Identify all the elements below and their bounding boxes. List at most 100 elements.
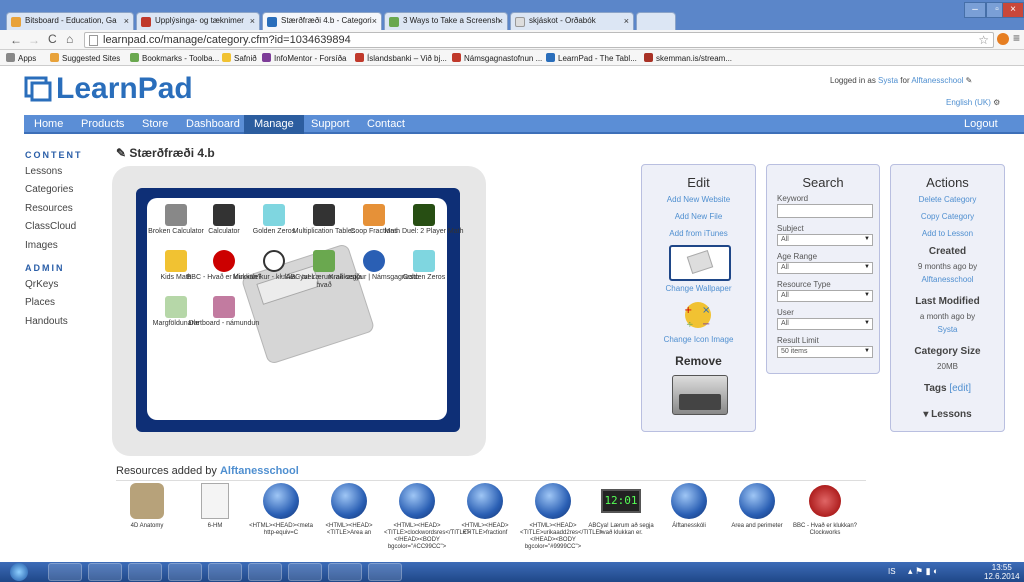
add-new-website-link[interactable]: Add New Website <box>642 195 755 204</box>
tray-icons[interactable]: ▴ ⚑ ▮ ◐ <box>908 566 938 577</box>
subject-select[interactable]: All <box>777 234 873 246</box>
nav-contact[interactable]: Contact <box>367 118 405 130</box>
resource-item-html-3[interactable]: <HTML><HEAD><TITLE>clockwordsres</TITLE>… <box>384 483 470 551</box>
resources-owner-link[interactable]: Alftanesschool <box>220 465 299 477</box>
site-logo[interactable]: LearnPad <box>56 72 193 106</box>
pencil-icon[interactable]: ✎ <box>966 76 973 85</box>
tab-upplysinga[interactable]: Upplýsinga- og tæknimer × <box>136 12 260 30</box>
sidebar-item-qrkeys[interactable]: QrKeys <box>25 279 58 290</box>
resource-item-html-5[interactable]: <HTML><HEAD><TITLE>urikaadd2res</TITLE><… <box>520 483 603 551</box>
bookmark-islandsbanki[interactable]: Íslandsbanki – Við bj... <box>355 53 447 63</box>
bookmark-skemman[interactable]: skemman.is/stream... <box>644 53 732 63</box>
explorer-taskbar-icon[interactable] <box>88 563 122 581</box>
home-icon[interactable]: ⌂ <box>66 32 73 46</box>
extension-icon[interactable] <box>997 33 1009 45</box>
delete-category-link[interactable]: Delete Category <box>891 195 1004 204</box>
back-arrow-icon[interactable]: ← <box>10 33 22 47</box>
app-golden-zeros-2[interactable]: Golden Zeros <box>378 250 470 282</box>
forward-arrow-icon[interactable]: → <box>28 33 40 47</box>
resource-item-alftanesskoli[interactable]: Álftanesskóli <box>656 483 722 530</box>
bookmark-toolbar[interactable]: Bookmarks - Toolba... <box>130 53 219 63</box>
change-icon-image-link[interactable]: Change Icon Image <box>642 335 755 344</box>
resource-item-html-1[interactable]: <HTML><HEAD><meta http-equiv=C <box>248 483 314 537</box>
pencil-icon[interactable]: ✎ <box>116 146 129 160</box>
add-from-itunes-link[interactable]: Add from iTunes <box>642 229 755 238</box>
resource-item-html-2[interactable]: <HTML><HEAD><TITLE>Area an <box>316 483 382 537</box>
resource-item-4d-anatomy[interactable]: 4D Anatomy <box>114 483 180 530</box>
resource-item-6hm[interactable]: 6-HM <box>182 483 248 530</box>
sidebar-item-classcloud[interactable]: ClassCloud <box>25 221 76 232</box>
change-wallpaper-link[interactable]: Change Wallpaper <box>642 284 755 293</box>
result-limit-select[interactable]: 50 items <box>777 346 873 358</box>
close-tab-icon[interactable]: × <box>498 16 503 26</box>
nav-home[interactable]: Home <box>34 118 63 130</box>
tab-screenshot[interactable]: 3 Ways to Take a Screensh × <box>384 12 508 30</box>
keyword-input[interactable] <box>777 204 873 218</box>
bookmark-learnpad[interactable]: LearnPad - The Tabl... <box>546 53 637 63</box>
app-math-duel[interactable]: Math Duel: 2 Player Math <box>378 204 470 236</box>
bookmark-safnid[interactable]: Safnið <box>222 53 257 63</box>
tab-bitsboard[interactable]: Bitsboard - Education, Ga × <box>6 12 134 30</box>
help-taskbar-icon[interactable] <box>368 563 402 581</box>
menu-icon[interactable]: ≡ <box>1013 31 1020 45</box>
start-button-icon[interactable] <box>10 563 28 581</box>
sidebar-item-resources[interactable]: Resources <box>25 203 73 214</box>
nav-dashboard[interactable]: Dashboard <box>186 118 240 130</box>
resource-type-select[interactable]: All <box>777 290 873 302</box>
bookmark-apps[interactable]: Apps <box>6 53 36 63</box>
resource-item-area-perimeter[interactable]: Area and perimeter <box>724 483 790 530</box>
star-bookmark-icon[interactable]: ☆ <box>978 33 989 47</box>
minimize-window-icon[interactable]: – <box>964 2 986 18</box>
close-tab-icon[interactable]: × <box>124 16 129 26</box>
close-tab-icon[interactable]: × <box>624 16 629 26</box>
created-by-link[interactable]: Alftanesschool <box>891 275 1004 284</box>
ie-taskbar-icon[interactable] <box>48 563 82 581</box>
tags-edit-link[interactable]: [edit] <box>949 383 971 394</box>
nav-store[interactable]: Store <box>142 118 168 130</box>
app-taskbar-icon[interactable] <box>328 563 362 581</box>
chrome-taskbar-icon[interactable] <box>288 563 322 581</box>
sidebar-item-places[interactable]: Places <box>25 297 55 308</box>
school-link[interactable]: Alftanesschool <box>911 76 963 85</box>
bookmark-namsgagnastofnun[interactable]: Námsgagnastofnun ... <box>452 53 542 63</box>
user-link[interactable]: Systa <box>878 76 898 85</box>
wallpaper-thumbnail[interactable] <box>669 245 731 281</box>
copy-category-link[interactable]: Copy Category <box>891 212 1004 221</box>
age-range-select[interactable]: All <box>777 262 873 274</box>
sidebar-item-lessons[interactable]: Lessons <box>25 166 62 177</box>
modified-by-link[interactable]: Systa <box>891 325 1004 334</box>
excel-taskbar-icon[interactable] <box>248 563 282 581</box>
tab-ordabok[interactable]: skjáskot - Orðabók × <box>510 12 634 30</box>
lessons-toggle[interactable]: ▾ Lessons <box>891 409 1004 420</box>
resource-item-html-4[interactable]: <HTML><HEAD><TITLE>fractionf <box>452 483 518 537</box>
close-tab-icon[interactable]: × <box>372 16 377 26</box>
language-selector[interactable]: English (UK) ⚙ <box>946 98 1000 107</box>
resource-item-abcya[interactable]: 12:01 ABCya! Lærum að segja hvað klukkan … <box>588 483 654 537</box>
close-tab-icon[interactable]: × <box>250 16 255 26</box>
outlook-taskbar-icon[interactable] <box>168 563 202 581</box>
nav-logout[interactable]: Logout <box>964 118 998 130</box>
sidebar-item-images[interactable]: Images <box>25 240 58 251</box>
resource-item-bbc-clockworks[interactable]: BBC - Hvað er klukkan? Clockworks <box>792 483 858 537</box>
trash-drawer-icon[interactable] <box>672 375 728 415</box>
word-taskbar-icon[interactable] <box>208 563 242 581</box>
tab-staerdfraedi[interactable]: Stærðfræði 4.b - Categori × <box>262 12 382 30</box>
reload-icon[interactable]: C <box>48 32 57 46</box>
app-dartboard[interactable]: Dartboard - námundun <box>178 296 270 328</box>
user-select[interactable]: All <box>777 318 873 330</box>
category-icon-image[interactable]: + × ÷ − <box>678 299 718 331</box>
language-indicator[interactable]: IS <box>888 567 896 576</box>
bookmark-infomentor[interactable]: InfoMentor - Forsíða <box>262 53 346 63</box>
bookmark-suggested[interactable]: Suggested Sites <box>50 53 120 63</box>
new-tab-button[interactable] <box>636 12 676 30</box>
nav-support[interactable]: Support <box>311 118 350 130</box>
nav-products[interactable]: Products <box>81 118 124 130</box>
sidebar-item-handouts[interactable]: Handouts <box>25 316 68 327</box>
close-window-icon[interactable]: × <box>1002 2 1024 18</box>
add-to-lesson-link[interactable]: Add to Lesson <box>891 229 1004 238</box>
add-new-file-link[interactable]: Add New File <box>642 212 755 221</box>
url-field[interactable]: learnpad.co/manage/category.cfm?id=10346… <box>84 32 994 48</box>
media-taskbar-icon[interactable] <box>128 563 162 581</box>
nav-manage[interactable]: Manage <box>244 115 304 134</box>
sidebar-item-categories[interactable]: Categories <box>25 184 73 195</box>
